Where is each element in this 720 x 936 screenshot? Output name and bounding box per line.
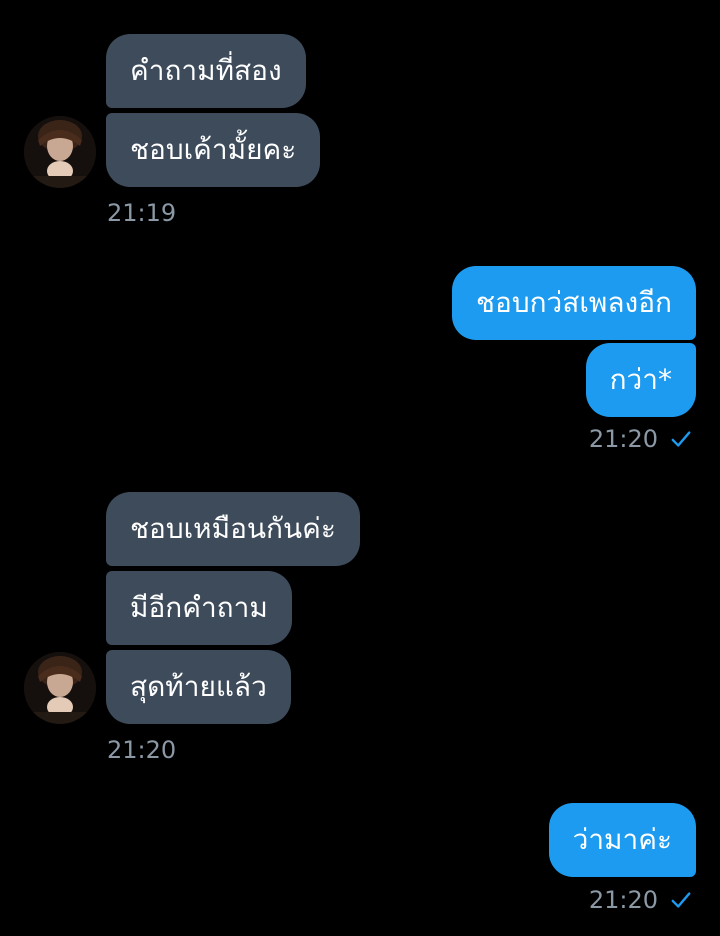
- message-status-row: 21:20: [589, 424, 692, 454]
- check-icon: [671, 431, 691, 447]
- avatar[interactable]: [24, 652, 96, 724]
- message-timestamp: 21:20: [588, 886, 658, 914]
- avatar-photo-icon: [24, 652, 96, 724]
- message-bubble-incoming[interactable]: มีอีกคำถาม: [106, 571, 292, 645]
- message-text: มีอีกคำถาม: [130, 591, 268, 624]
- avatar[interactable]: [24, 116, 96, 188]
- message-text: ชอบกว่สเพลงอีก: [476, 286, 672, 319]
- message-text: คำถามที่สอง: [130, 54, 282, 87]
- message-timestamp: 21:20: [107, 736, 177, 764]
- message-bubble-incoming[interactable]: ชอบเหมือนกันค่ะ: [106, 492, 360, 566]
- message-bubble-outgoing[interactable]: ชอบกว่สเพลงอีก: [452, 266, 696, 340]
- check-icon: [671, 892, 691, 908]
- message-text: กว่า*: [609, 363, 672, 396]
- message-bubble-outgoing[interactable]: กว่า*: [585, 343, 696, 417]
- message-bubble-incoming[interactable]: คำถามที่สอง: [106, 34, 306, 108]
- message-bubble-incoming[interactable]: สุดท้ายแล้ว: [106, 650, 291, 724]
- avatar-photo-icon: [24, 116, 96, 188]
- message-timestamp: 21:20: [588, 425, 658, 453]
- message-text: ชอบเหมือนกันค่ะ: [130, 512, 336, 545]
- message-text: ว่ามาค่ะ: [572, 823, 672, 856]
- message-status-row: 21:20: [589, 885, 692, 915]
- message-timestamp: 21:19: [107, 199, 177, 227]
- message-text: ชอบเค้ามั้ยคะ: [130, 133, 297, 166]
- message-bubble-outgoing[interactable]: ว่ามาค่ะ: [548, 803, 696, 877]
- message-bubble-incoming[interactable]: ชอบเค้ามั้ยคะ: [106, 113, 321, 187]
- message-text: สุดท้ายแล้ว: [130, 670, 267, 703]
